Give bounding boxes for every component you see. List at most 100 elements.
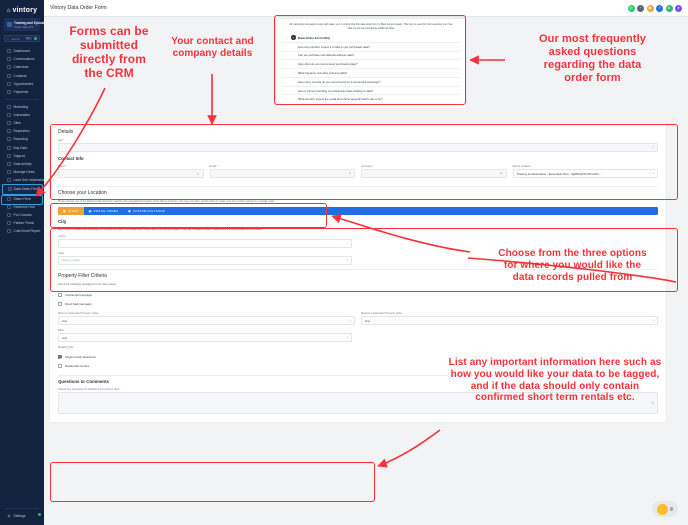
sidebar-item-partner-portal[interactable]: Partner Portal xyxy=(2,219,42,227)
sidebar-item-label: Sites xyxy=(13,120,21,125)
faq-accordion-header[interactable]: ⌄ ? Data Order Form FAQ xyxy=(282,33,460,42)
sidebar-item-sites[interactable]: Sites xyxy=(2,119,42,127)
campaign-checkbox-group: Cold Email Campaign Direct Mail Campaign xyxy=(58,290,658,308)
question-badge-icon: ? xyxy=(291,35,296,40)
parent-location-value: Training and Education - Essentials Plan… xyxy=(516,171,602,176)
chart-icon xyxy=(7,137,11,142)
avatar-icon[interactable]: ● xyxy=(675,4,682,12)
checkbox-icon[interactable] xyxy=(58,292,62,297)
chevron-down-icon: ▾ xyxy=(652,172,654,175)
whatsapp-icon[interactable]: ✆ xyxy=(627,4,635,12)
annotation-line: Choose from the three options xyxy=(498,248,647,259)
company-input[interactable]: ▤ xyxy=(361,169,507,178)
faq-question-row[interactable]: › What should I expect the email and phon… xyxy=(282,94,460,103)
sidebar-item-opportunities[interactable]: Opportunities xyxy=(2,80,42,88)
chevron-down-icon: ▾ xyxy=(35,22,37,27)
faq-question-row[interactable]: › Can we purchase international address d… xyxy=(282,50,460,60)
annotation-line: confirmed short term rentals etc. xyxy=(475,392,635,404)
location-tab-postal-codes[interactable]: ▣ POSTAL CODES xyxy=(84,207,123,215)
help-icon[interactable]: ? xyxy=(656,4,663,12)
faq-question-row[interactable]: › How often do you recommend purchasing d… xyxy=(282,59,460,68)
sidebar-item-cold-email-report[interactable]: Cold Email Report xyxy=(2,227,42,235)
state-select[interactable]: Select a State ▾ xyxy=(58,255,352,265)
grid-icon[interactable]: ⊞ xyxy=(665,4,673,12)
company-label-text: Company xyxy=(361,165,373,168)
sidebar-item-calendars[interactable]: Calendars xyxy=(2,63,42,71)
gear-icon xyxy=(7,514,11,518)
calendar-icon xyxy=(7,65,11,70)
sidebar-item-pro-courses[interactable]: Pro Courses xyxy=(2,211,42,219)
max-value-value: Any xyxy=(365,318,370,323)
sidebar-item-lead-gen-information[interactable]: Lead Gen Information xyxy=(2,176,45,184)
checkbox-icon[interactable] xyxy=(58,301,62,306)
search-icon: ⌕ xyxy=(7,36,9,41)
email-input[interactable]: ✉ xyxy=(209,169,355,178)
building-icon: ▤ xyxy=(500,172,503,175)
sidebar-item-label: Support xyxy=(13,153,26,158)
sidebar-item-payments[interactable]: Payments xyxy=(2,88,42,96)
brand-logo[interactable]: ⌂ vintory xyxy=(0,4,44,18)
faq-question-row[interactable]: › How long should I expect it to take to … xyxy=(282,41,460,51)
parent-location-select[interactable]: Training and Education - Essentials Plan… xyxy=(512,169,658,178)
site-select[interactable]: ▾ xyxy=(58,143,658,152)
campaign-checkbox-cold-email-campaign[interactable]: Cold Email Campaign xyxy=(58,290,658,299)
chevron-right-icon: › xyxy=(294,89,295,93)
location-tab-cities[interactable]: ▣ CITIES xyxy=(58,207,84,216)
location-tab-label: CITIES xyxy=(68,209,79,213)
close-icon[interactable]: × xyxy=(649,172,651,175)
details-heading: Details xyxy=(58,129,74,135)
faq-question-row[interactable]: › What happens next after ordering data? xyxy=(282,68,460,77)
sidebar-item-manage-deals[interactable]: Manage Deals xyxy=(2,168,42,176)
annotation-comments: List any important information here such… xyxy=(424,357,686,404)
chat-widget[interactable] xyxy=(652,501,678,517)
courses-icon xyxy=(7,213,11,217)
account-switcher[interactable]: Training and Educat... Cotton Bay 404 ▾ xyxy=(4,18,47,31)
sidebar-item-label: Partner Portal xyxy=(13,221,34,226)
sidebar-search[interactable]: ⌕ Search ⌘K xyxy=(4,35,40,42)
checkbox-label: Cold Email Campaign xyxy=(65,292,93,297)
campaign-checkbox-direct-mail-campaign[interactable]: Direct Mail Campaign xyxy=(58,299,658,308)
notifications-icon[interactable]: ◔ xyxy=(637,4,644,12)
faq-intro-text: All marketing campaigns begin with data,… xyxy=(289,23,453,30)
sidebar-item-buy-data[interactable]: Buy Data xyxy=(2,143,42,151)
name-label-text: Name xyxy=(58,165,65,168)
sidebar-item-data-activity[interactable]: Data Activity xyxy=(2,160,42,168)
report-icon xyxy=(7,229,11,234)
chevron-down-icon: ⌄ xyxy=(286,35,289,40)
checkbox-icon[interactable] xyxy=(58,355,62,360)
state-field: State Select a State ▾ xyxy=(58,252,352,265)
sidebar-item-data-order-form[interactable]: Data Order Form xyxy=(1,184,43,195)
beds-label: Beds xyxy=(58,329,64,333)
sidebar-item-share-feed[interactable]: Share Feed xyxy=(2,195,42,203)
sidebar-item-label: Resource Hub xyxy=(13,204,35,209)
sidebar-item-label: Calendars xyxy=(13,65,29,70)
sites-icon xyxy=(7,121,11,125)
faq-question-row[interactable]: › How is Vintory handling non-disclosure … xyxy=(282,85,460,95)
checkbox-icon[interactable] xyxy=(58,364,62,369)
apps-icon[interactable]: ▦ xyxy=(646,4,654,12)
annotation-line: company details xyxy=(172,47,253,59)
sidebar-item-conversations[interactable]: Conversations xyxy=(2,55,42,63)
sidebar-item-support[interactable]: Support xyxy=(2,152,42,160)
sidebar-item-settings[interactable]: Settings xyxy=(2,512,42,520)
sidebar-item-label: Cold Email Report xyxy=(13,229,41,234)
annotation-line: List any important information here such… xyxy=(448,357,662,368)
parent-location-field: Parent Location Training and Education -… xyxy=(512,165,658,178)
sidebar-item-dashboard[interactable]: Dashboard xyxy=(2,47,42,55)
cities-input[interactable]: ⌂ xyxy=(58,238,352,248)
max-value-select[interactable]: Any ▾ xyxy=(361,316,658,326)
beds-select[interactable]: Any ▾ xyxy=(58,333,352,343)
min-value-select[interactable]: Any ▾ xyxy=(58,316,355,326)
sidebar-item-resource-hub[interactable]: Resource Hub xyxy=(2,203,42,211)
faq-question-row[interactable]: › How many records do you recommend for a… xyxy=(282,76,460,86)
name-input[interactable]: ☺ xyxy=(58,169,204,178)
annotation-line: and if the data should only contain xyxy=(470,380,640,392)
sidebar-item-marketing[interactable]: Marketing xyxy=(2,103,42,111)
sidebar-item-reputation[interactable]: Reputation xyxy=(2,127,42,135)
sidebar-item-reporting[interactable]: Reporting xyxy=(2,135,42,143)
location-tab-custom-polygons[interactable]: ▣ CUSTOM POLYGONS xyxy=(123,207,170,215)
sidebar-item-label: Dashboard xyxy=(13,49,30,54)
sidebar-item-automation[interactable]: Automation xyxy=(2,111,42,119)
support-icon xyxy=(7,154,11,158)
sidebar-item-contacts[interactable]: Contacts xyxy=(2,72,42,80)
